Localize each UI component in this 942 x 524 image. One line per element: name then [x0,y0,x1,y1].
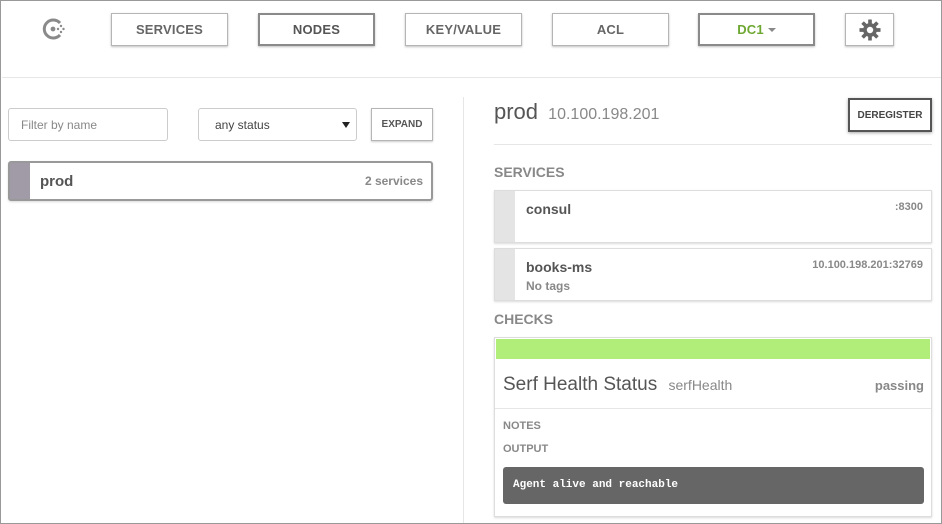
service-item-consul[interactable]: consul :8300 [494,190,932,243]
nav-acl-button[interactable]: ACL [552,13,669,46]
check-status-bar [496,339,930,359]
nav-key-value-label: KEY/VALUE [425,22,502,37]
panel-divider [463,97,464,523]
settings-button[interactable] [845,13,894,46]
nav-acl-label: ACL [596,22,625,37]
health-check-card: Serf Health Status serfHealth passing NO… [494,337,932,517]
node-detail-address: 10.100.198.201 [548,106,660,123]
deregister-button[interactable]: DEREGISTER [848,98,932,132]
chevron-down-icon [342,122,350,128]
nav-services-label: SERVICES [135,22,204,37]
nav-nodes-button[interactable]: NODES [258,13,375,46]
check-id: serfHealth [668,377,733,393]
service-item-books-ms[interactable]: books-ms 10.100.198.201:32769 No tags [494,248,932,301]
nav-key-value-button[interactable]: KEY/VALUE [405,13,522,46]
node-name: prod [40,173,74,190]
service-name: consul [526,201,572,217]
datacenter-dropdown[interactable]: DC1 [698,13,815,46]
expand-button[interactable]: EXPAND [371,108,433,141]
status-filter-select[interactable]: any status [198,108,357,141]
check-output: Agent alive and reachable [503,467,924,504]
check-status: passing [874,378,924,393]
service-name: books-ms [526,259,593,275]
services-heading: SERVICES [494,164,565,180]
status-filter-value: any status [215,117,270,132]
node-detail-name: prod [494,99,539,124]
expand-label: EXPAND [381,119,423,130]
node-service-count: 2 services [364,174,423,188]
detail-divider [494,144,932,145]
service-port: 10.100.198.201:32769 [812,259,923,271]
nav-services-button[interactable]: SERVICES [111,13,228,46]
gear-icon [858,18,881,41]
check-name: Serf Health Status [503,374,658,395]
service-stripe [495,249,515,300]
filter-by-name-input[interactable] [8,108,168,141]
service-port: :8300 [894,201,923,213]
datacenter-label: DC1 [737,22,764,37]
check-title: Serf Health Status serfHealth [503,374,732,396]
service-tags: No tags [526,279,571,293]
header-divider [2,77,941,78]
deregister-label: DEREGISTER [857,109,923,121]
node-list-item[interactable]: prod 2 services [8,161,433,201]
output-label: OUTPUT [503,443,549,455]
node-detail-title: prod 10.100.198.201 [494,99,659,125]
consul-logo-icon[interactable] [39,14,69,44]
chevron-down-icon [767,27,776,32]
node-health-stripe [10,163,30,199]
nav-nodes-label: NODES [292,22,341,37]
check-divider [495,408,931,409]
consul-ui: SERVICES NODES KEY/VALUE ACL DC1 Filter … [0,0,942,524]
checks-heading: CHECKS [494,311,554,327]
notes-label: NOTES [503,420,541,432]
service-stripe [495,191,515,242]
